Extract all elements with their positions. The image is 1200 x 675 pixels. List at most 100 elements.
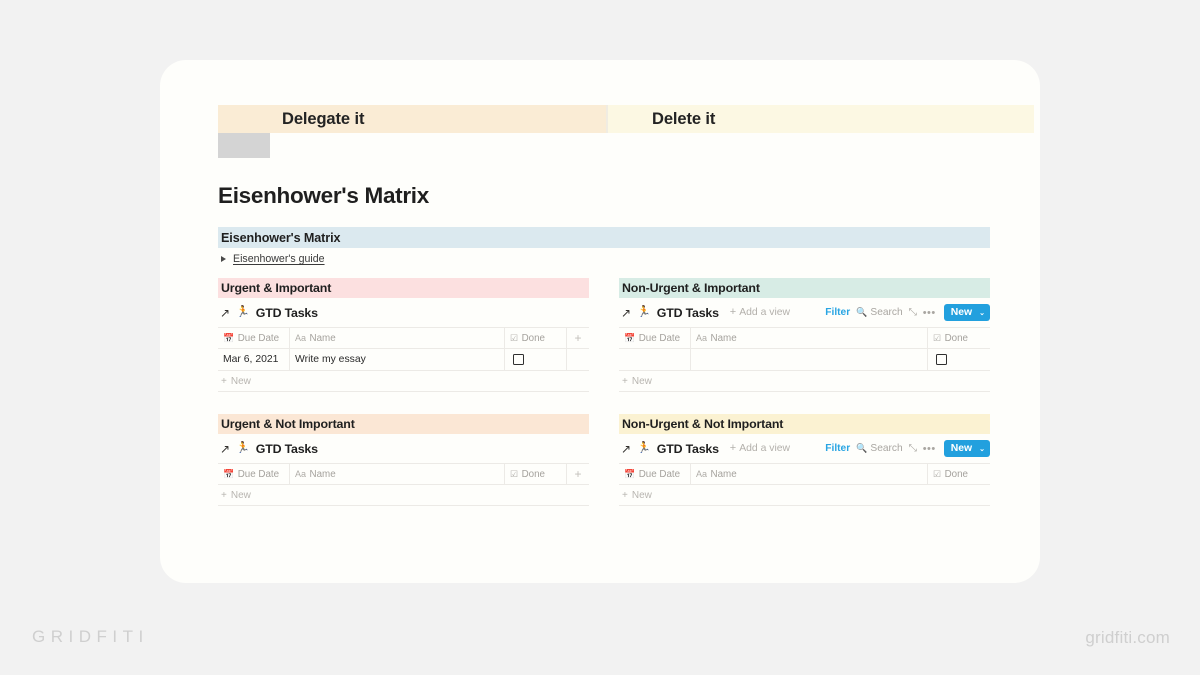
- column-header-done[interactable]: ☑ Done: [928, 464, 990, 484]
- table-header-row: 📅 Due Date Aa Name ☑ Done: [619, 464, 990, 485]
- column-label-name: Name: [710, 468, 737, 480]
- column-header-name[interactable]: Aa Name: [691, 464, 928, 484]
- column-label-done: Done: [944, 332, 968, 344]
- plus-icon: +: [729, 306, 737, 318]
- new-row-button[interactable]: + New: [619, 371, 990, 392]
- column-header-due-date[interactable]: 📅 Due Date: [619, 464, 691, 484]
- database-table: 📅 Due Date Aa Name ☑ Done + New: [619, 463, 990, 506]
- cell-done[interactable]: [928, 349, 990, 370]
- checkbox-type-icon: ☑: [510, 332, 519, 343]
- runner-emoji-icon: 🏃: [637, 442, 651, 454]
- calendar-icon: 📅: [223, 468, 235, 479]
- checkbox-unchecked-icon[interactable]: [513, 354, 524, 365]
- column-label-name: Name: [710, 332, 737, 344]
- expand-icon[interactable]: ⤢: [909, 443, 917, 454]
- plus-icon: +: [221, 489, 227, 501]
- new-row-label: New: [230, 375, 251, 387]
- column-label-done: Done: [521, 468, 545, 480]
- column-header-due-date[interactable]: 📅 Due Date: [218, 464, 290, 484]
- table-header-row: 📅 Due Date Aa Name ☑ Done +: [218, 464, 589, 485]
- checkbox-unchecked-icon[interactable]: [936, 354, 947, 365]
- more-options-icon[interactable]: •••: [923, 443, 936, 454]
- screenshot-root: GRIDFITI gridfiti.com Delegate it Delete…: [0, 0, 1200, 675]
- column-label-done: Done: [521, 332, 545, 344]
- search-button[interactable]: 🔍 Search: [856, 307, 903, 318]
- section-header-label: Eisenhower's Matrix: [221, 230, 341, 245]
- quadrant: Non-Urgent & Not Important ↗ 🏃 GTD Tasks + Ad…: [619, 414, 990, 506]
- search-button[interactable]: 🔍 Search: [856, 443, 903, 454]
- calendar-icon: 📅: [624, 468, 636, 479]
- column-label-due-date: Due Date: [638, 332, 681, 344]
- cell-done[interactable]: [505, 349, 567, 370]
- toggle-eisenhowers-guide[interactable]: Eisenhower's guide: [218, 253, 325, 265]
- column-label-done: Done: [944, 468, 968, 480]
- database-table: 📅 Due Date Aa Name ☑ Done + Mar 6, 2021 Write my…: [218, 327, 589, 392]
- checkbox-type-icon: ☑: [933, 468, 942, 479]
- plus-icon: +: [729, 442, 737, 454]
- new-button[interactable]: New ⌄: [943, 440, 990, 457]
- chevron-down-icon[interactable]: ⌄: [979, 309, 985, 317]
- column-label-name: Name: [309, 332, 336, 344]
- add-a-view-button[interactable]: + Add a view: [729, 306, 790, 319]
- quadrant: Urgent & Not Important ↗ 🏃 GTD Tasks 📅 Due Da…: [218, 414, 589, 506]
- expand-icon[interactable]: ⤢: [909, 307, 917, 318]
- banner-delete-label: Delete it: [652, 109, 716, 128]
- gridfiti-wordmark: GRIDFITI: [32, 627, 149, 646]
- new-button-label: New: [950, 443, 973, 454]
- gridfiti-url-watermark: gridfiti.com: [1085, 628, 1170, 647]
- column-header-done[interactable]: ☑ Done: [928, 328, 990, 348]
- quadrant-header: Urgent & Important: [218, 278, 589, 298]
- table-row[interactable]: [619, 349, 990, 371]
- open-link-icon[interactable]: ↗: [621, 443, 631, 455]
- new-row-button[interactable]: + New: [218, 485, 589, 506]
- column-label-name: Name: [309, 468, 336, 480]
- quadrant-row-top: Urgent & Important ↗ 🏃 GTD Tasks 📅 Due Date Aa…: [218, 278, 990, 392]
- table-row[interactable]: Mar 6, 2021 Write my essay: [218, 349, 589, 371]
- open-link-icon[interactable]: ↗: [220, 307, 230, 319]
- chevron-down-icon[interactable]: ⌄: [979, 445, 985, 453]
- quadrant: Non-Urgent & Important ↗ 🏃 GTD Tasks + Add a …: [619, 278, 990, 392]
- database-toolbar: ↗ 🏃 GTD Tasks + Add a view Filter 🔍 Search ⤢ ••• N…: [619, 434, 990, 463]
- runner-emoji-icon: 🏃: [236, 306, 250, 318]
- cell-name[interactable]: [691, 349, 928, 370]
- column-header-name[interactable]: Aa Name: [691, 328, 928, 348]
- database-toolbar: ↗ 🏃 GTD Tasks + Add a view Filter 🔍 Search ⤢ ••• N…: [619, 298, 990, 327]
- add-a-view-button[interactable]: + Add a view: [729, 442, 790, 455]
- add-column-button[interactable]: +: [567, 464, 589, 484]
- cell-due-date[interactable]: [619, 349, 691, 370]
- column-header-due-date[interactable]: 📅 Due Date: [619, 328, 691, 348]
- column-header-name[interactable]: Aa Name: [290, 328, 505, 348]
- search-label: Search: [870, 307, 903, 318]
- database-table: 📅 Due Date Aa Name ☑ Done + New: [619, 327, 990, 392]
- new-button[interactable]: New ⌄: [943, 304, 990, 321]
- quadrant-header: Urgent & Not Important: [218, 414, 589, 434]
- filter-button[interactable]: Filter: [825, 307, 850, 318]
- database-title[interactable]: GTD Tasks: [657, 442, 719, 456]
- search-icon: 🔍: [856, 443, 868, 453]
- more-options-icon[interactable]: •••: [923, 307, 936, 318]
- filter-button[interactable]: Filter: [825, 443, 850, 454]
- database-title[interactable]: GTD Tasks: [256, 306, 318, 320]
- database-title[interactable]: GTD Tasks: [256, 442, 318, 456]
- chevron-right-icon[interactable]: [221, 256, 226, 262]
- cell-name[interactable]: Write my essay: [290, 349, 505, 370]
- table-header-row: 📅 Due Date Aa Name ☑ Done +: [218, 328, 589, 349]
- toggle-label[interactable]: Eisenhower's guide: [233, 253, 325, 265]
- open-link-icon[interactable]: ↗: [220, 443, 230, 455]
- column-header-name[interactable]: Aa Name: [290, 464, 505, 484]
- column-header-done[interactable]: ☑ Done: [505, 464, 567, 484]
- new-row-button[interactable]: + New: [218, 371, 589, 392]
- database-title[interactable]: GTD Tasks: [657, 306, 719, 320]
- plus-icon: +: [221, 375, 227, 387]
- column-header-due-date[interactable]: 📅 Due Date: [218, 328, 290, 348]
- column-header-done[interactable]: ☑ Done: [505, 328, 567, 348]
- column-label-due-date: Due Date: [237, 332, 280, 344]
- cell-due-date[interactable]: Mar 6, 2021: [218, 349, 290, 370]
- checkbox-type-icon: ☑: [933, 332, 942, 343]
- calendar-icon: 📅: [624, 332, 636, 343]
- add-column-button[interactable]: +: [567, 328, 589, 348]
- column-label-due-date: Due Date: [237, 468, 280, 480]
- new-row-button[interactable]: + New: [619, 485, 990, 506]
- open-link-icon[interactable]: ↗: [621, 307, 631, 319]
- database-table: 📅 Due Date Aa Name ☑ Done + + New: [218, 463, 589, 506]
